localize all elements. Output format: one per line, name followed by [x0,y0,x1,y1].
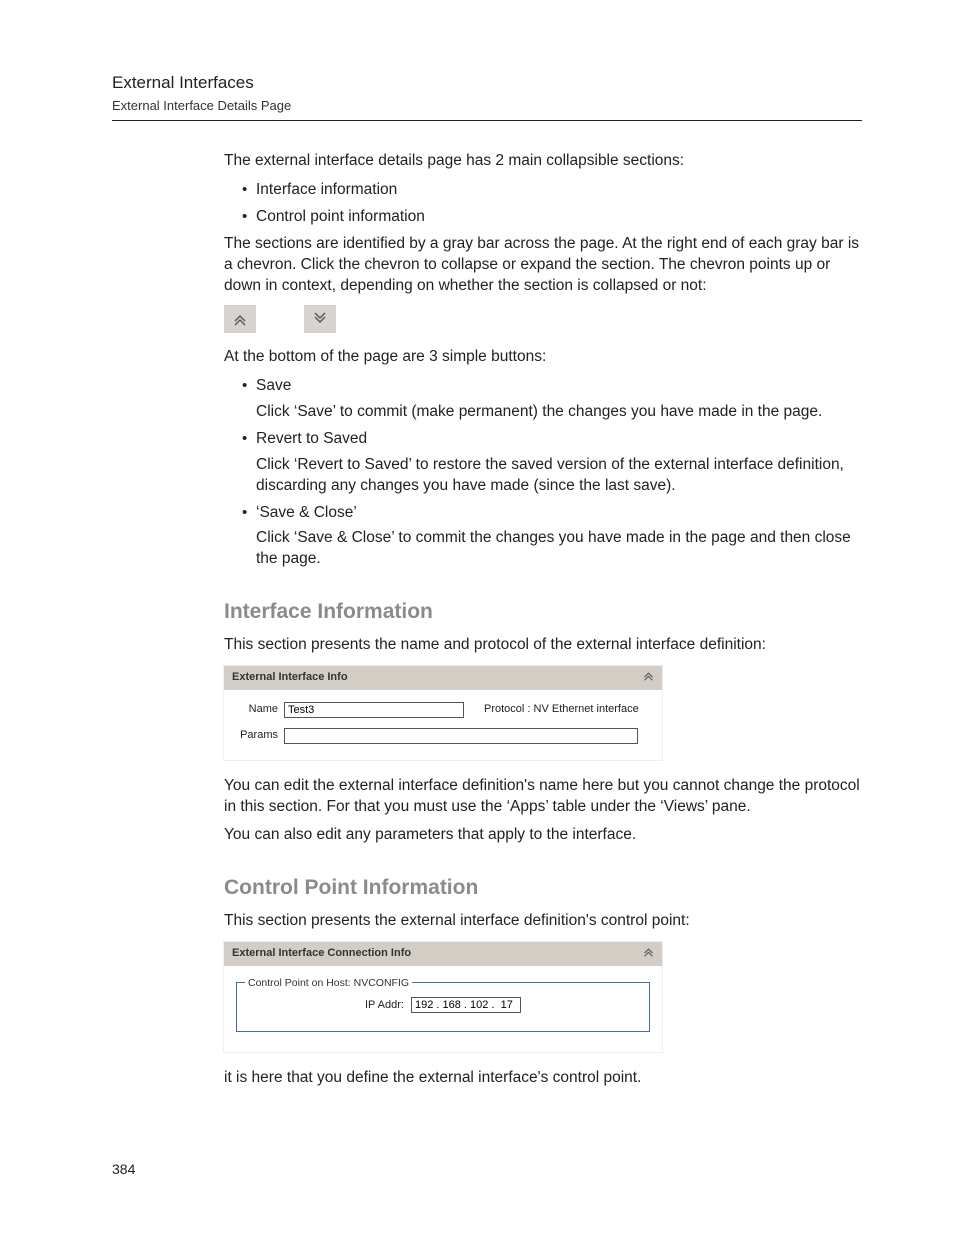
page-header: External Interfaces External Interface D… [112,72,862,114]
button-name: Save [256,377,291,394]
sec1-after2: You can also edit any parameters that ap… [224,825,862,846]
section-heading-interface-info: Interface Information [224,598,862,626]
sec1-after1: You can edit the external interface defi… [224,776,862,818]
page-number: 384 [112,1160,135,1179]
collapse-chevron-icon[interactable] [643,946,654,962]
button-desc: Click ‘Save’ to commit (make permanent) … [256,402,862,423]
list-item: Save Click ‘Save’ to commit (make perman… [242,376,862,423]
body-content: The external interface details page has … [224,151,862,1088]
params-label: Params [234,728,284,743]
control-point-fieldset: Control Point on Host: NVCONFIG IP Addr: [236,982,650,1032]
panel-title: External Interface Info [232,670,348,685]
list-item: Revert to Saved Click ‘Revert to Saved’ … [242,429,862,497]
name-input[interactable] [284,702,464,718]
protocol-value: NV Ethernet interface [534,703,639,715]
bottom-intro: At the bottom of the page are 3 simple b… [224,347,862,368]
panel-title-bar: External Interface Info [224,666,662,690]
chevron-examples [224,305,862,333]
header-title: External Interfaces [112,72,862,95]
fieldset-legend: Control Point on Host: NVCONFIG [245,976,412,990]
sections-para: The sections are identified by a gray ba… [224,234,862,297]
list-item: Control point information [242,207,862,228]
sec2-lead: This section presents the external inter… [224,911,862,932]
name-label: Name [234,702,284,717]
ip-input[interactable] [411,997,521,1013]
protocol-label: Protocol : NV Ethernet interface [484,702,639,717]
section-heading-control-point: Control Point Information [224,874,862,902]
panel-title: External Interface Connection Info [232,946,411,961]
list-item: Interface information [242,180,862,201]
button-name: Revert to Saved [256,430,367,447]
params-input[interactable] [284,728,638,744]
collapse-chevron-icon[interactable] [643,670,654,686]
interface-info-panel: External Interface Info Name Protocol : … [224,666,662,760]
chevron-down-icon [304,305,336,333]
intro-bullets: Interface information Control point info… [242,180,862,228]
panel-title-bar: External Interface Connection Info [224,942,662,966]
chevron-up-icon [224,305,256,333]
sec1-lead: This section presents the name and proto… [224,635,862,656]
ip-label: IP Addr: [365,999,404,1011]
list-item: ‘Save & Close’ Click ‘Save & Close’ to c… [242,503,862,571]
header-subtitle: External Interface Details Page [112,97,862,115]
button-name: ‘Save & Close’ [256,504,357,521]
connection-info-panel: External Interface Connection Info Contr… [224,942,662,1052]
header-rule [112,120,862,121]
button-desc: Click ‘Save & Close’ to commit the chang… [256,528,862,570]
intro-para: The external interface details page has … [224,151,862,172]
button-desc: Click ‘Revert to Saved’ to restore the s… [256,455,862,497]
sec2-after: it is here that you define the external … [224,1068,862,1089]
buttons-list: Save Click ‘Save’ to commit (make perman… [242,376,862,570]
